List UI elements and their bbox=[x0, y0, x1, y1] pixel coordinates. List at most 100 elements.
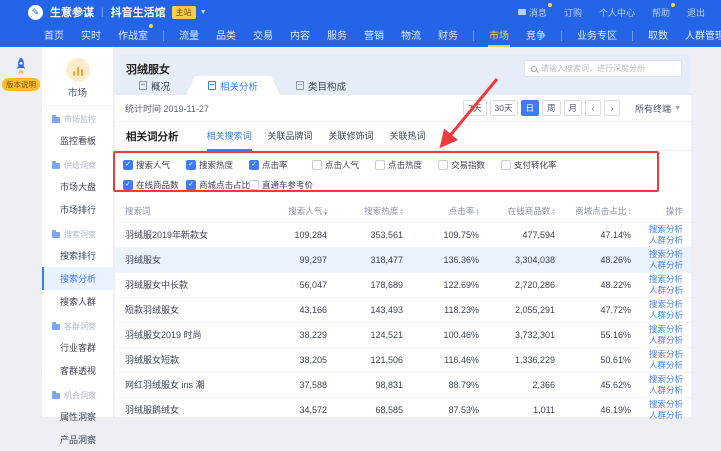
chevron-down-icon: ▼ bbox=[674, 105, 681, 112]
crowd-analysis-link[interactable]: 人群分析 bbox=[645, 310, 683, 321]
col-search-popularity[interactable]: 搜索人气▴▾ bbox=[265, 200, 341, 222]
sidebar-item-search-crowd[interactable]: 搜索人群 bbox=[42, 290, 113, 313]
nav-logistics[interactable]: 物流 bbox=[399, 25, 423, 47]
nav-trade[interactable]: 交易 bbox=[251, 25, 275, 47]
date-controls: 7天 30天 日 周 月 ‹ › 所有终端▼ bbox=[463, 100, 681, 116]
prev-date-button[interactable]: ‹ bbox=[585, 100, 601, 116]
sidebar-item-product-insight[interactable]: 产品洞察 bbox=[42, 428, 113, 451]
crowd-analysis-link[interactable]: 人群分析 bbox=[645, 335, 683, 346]
tab-related-analysis[interactable]: 相关分析 bbox=[186, 76, 280, 95]
col-mall-click-share[interactable]: 商城点击占比▴▾ bbox=[569, 200, 645, 222]
table-row: 短款羽绒服女 43,166 143,493 118.23% 2,055,291 … bbox=[115, 297, 691, 322]
filter-mall-click-share[interactable]: 商城点击占比 bbox=[186, 179, 249, 191]
crowd-analysis-link[interactable]: 人群分析 bbox=[645, 260, 683, 271]
version-notes-badge[interactable]: 版本说明 bbox=[2, 78, 40, 91]
range-day-button[interactable]: 日 bbox=[521, 100, 540, 116]
search-analysis-link[interactable]: 搜索分析 bbox=[645, 349, 683, 360]
chevron-down-icon[interactable]: ▼ bbox=[200, 9, 207, 16]
sidebar-item-market-overview[interactable]: 市场大盘 bbox=[42, 175, 113, 198]
table-header-row: 搜索词 搜索人气▴▾ 搜索热度▴▾ 点击率▴▾ 在线商品数▴▾ 商城点击占比▴▾… bbox=[115, 200, 691, 222]
terminal-dropdown[interactable]: 所有终端▼ bbox=[635, 102, 681, 115]
filter-online-items[interactable]: 在线商品数 bbox=[123, 179, 186, 191]
related-words-bar: 相关词分析 相关搜索词 关联品牌词 关联修饰词 关联热词 bbox=[115, 122, 691, 151]
personal-center-link[interactable]: 个人中心 bbox=[599, 6, 635, 19]
filter-click-heat[interactable]: 点击热度 bbox=[375, 159, 438, 171]
nav-data-extract[interactable]: 取数 bbox=[646, 25, 670, 47]
sidebar-item-industry-customers[interactable]: 行业客群 bbox=[42, 336, 113, 359]
filter-ztc-ref-price[interactable]: 直通车参考价 bbox=[249, 179, 312, 191]
nav-marketing[interactable]: 营销 bbox=[362, 25, 386, 47]
filter-click-rate[interactable]: 点击率 bbox=[249, 159, 312, 171]
checkbox-icon bbox=[186, 180, 196, 190]
search-analysis-link[interactable]: 搜索分析 bbox=[645, 299, 683, 310]
crowd-analysis-link[interactable]: 人群分析 bbox=[645, 410, 683, 421]
nav-crowd-mgmt[interactable]: 人群管理 bbox=[683, 25, 721, 47]
message-icon bbox=[518, 9, 526, 15]
subtab-related-brand-words[interactable]: 关联品牌词 bbox=[268, 122, 313, 151]
sidebar-item-customer-perspective[interactable]: 客群透视 bbox=[42, 359, 113, 382]
range-30d-button[interactable]: 30天 bbox=[490, 100, 518, 116]
help-link[interactable]: 帮助 bbox=[652, 6, 670, 19]
nav-category[interactable]: 品类 bbox=[214, 25, 238, 47]
nav-service[interactable]: 服务 bbox=[325, 25, 349, 47]
filter-search-heat[interactable]: 搜索热度 bbox=[186, 159, 249, 171]
nav-home[interactable]: 首页 bbox=[42, 25, 66, 47]
tab-overview[interactable]: 概况 bbox=[123, 76, 186, 95]
rocket-icon[interactable] bbox=[11, 56, 31, 76]
range-week-button[interactable]: 周 bbox=[542, 100, 561, 116]
sidebar-item-market-ranking[interactable]: 市场排行 bbox=[42, 198, 113, 221]
subtab-related-hot-words[interactable]: 关联热词 bbox=[390, 122, 426, 151]
messages-link[interactable]: 消息 bbox=[518, 6, 547, 19]
nav-compete[interactable]: 竞争 bbox=[524, 25, 548, 47]
subscribe-link[interactable]: 订购 bbox=[564, 6, 582, 19]
filter-click-popularity[interactable]: 点击人气 bbox=[312, 159, 375, 171]
crowd-analysis-link[interactable]: 人群分析 bbox=[645, 360, 683, 371]
next-date-button[interactable]: › bbox=[604, 100, 620, 116]
stat-toolbar: 统计时间 2019-11-27 7天 30天 日 周 月 ‹ › 所有终端▼ bbox=[115, 95, 691, 122]
keyword-search-box bbox=[524, 60, 682, 77]
search-term: 羽绒服女 bbox=[115, 247, 265, 272]
tab-category-composition[interactable]: 类目构成 bbox=[280, 76, 362, 95]
subtab-related-modifier-words[interactable]: 关联修饰词 bbox=[329, 122, 374, 151]
module-switcher[interactable]: 市场 bbox=[42, 47, 113, 106]
nav-content[interactable]: 内容 bbox=[288, 25, 312, 47]
col-online-items[interactable]: 在线商品数▴▾ bbox=[493, 200, 569, 222]
sidebar-item-search-analysis[interactable]: 搜索分析 bbox=[42, 267, 113, 290]
checkbox-icon bbox=[123, 180, 133, 190]
crowd-analysis-link[interactable]: 人群分析 bbox=[645, 385, 683, 396]
shop-name: 抖音生活馆 bbox=[111, 4, 166, 20]
search-analysis-link[interactable]: 搜索分析 bbox=[645, 374, 683, 385]
filter-row-1: 搜索人气 搜索热度 点击率 点击人气 点击热度 交易指数 支付转化率 bbox=[123, 159, 691, 171]
search-analysis-link[interactable]: 搜索分析 bbox=[645, 249, 683, 260]
filter-pay-conversion[interactable]: 支付转化率 bbox=[501, 159, 564, 171]
crowd-analysis-link[interactable]: 人群分析 bbox=[645, 285, 683, 296]
folder-icon bbox=[52, 393, 60, 399]
col-click-rate[interactable]: 点击率▴▾ bbox=[417, 200, 493, 222]
sidebar-item-search-ranking[interactable]: 搜索排行 bbox=[42, 244, 113, 267]
logout-link[interactable]: 退出 bbox=[687, 6, 705, 19]
metric-filters: 搜索人气 搜索热度 点击率 点击人气 点击热度 交易指数 支付转化率 在线商品数… bbox=[115, 151, 691, 200]
nav-finance[interactable]: 财务 bbox=[436, 25, 460, 47]
filter-search-popularity[interactable]: 搜索人气 bbox=[123, 159, 186, 171]
checkbox-icon bbox=[123, 160, 133, 170]
nav-war-room[interactable]: 作战室 bbox=[116, 25, 150, 47]
search-analysis-link[interactable]: 搜索分析 bbox=[645, 324, 683, 335]
brand-name: 生意参谋 bbox=[50, 4, 94, 20]
search-input[interactable] bbox=[541, 64, 675, 73]
subtab-related-search-words[interactable]: 相关搜索词 bbox=[207, 122, 252, 151]
sidebar-item-monitor-board[interactable]: 监控看板 bbox=[42, 129, 113, 152]
keyword-tabs: 概况 相关分析 类目构成 bbox=[123, 76, 362, 95]
sidebar-section-market-monitor: 市场监控 bbox=[42, 106, 113, 129]
nav-traffic[interactable]: 流量 bbox=[177, 25, 201, 47]
search-analysis-link[interactable]: 搜索分析 bbox=[645, 274, 683, 285]
nav-market[interactable]: 市场 bbox=[487, 25, 511, 47]
filter-trade-index[interactable]: 交易指数 bbox=[438, 159, 501, 171]
nav-biz-zone[interactable]: 业务专区 bbox=[575, 25, 619, 47]
search-analysis-link[interactable]: 搜索分析 bbox=[645, 399, 683, 410]
nav-realtime[interactable]: 实时 bbox=[79, 25, 103, 47]
crowd-analysis-link[interactable]: 人群分析 bbox=[645, 235, 683, 246]
col-search-heat[interactable]: 搜索热度▴▾ bbox=[341, 200, 417, 222]
search-analysis-link[interactable]: 搜索分析 bbox=[645, 224, 683, 235]
range-7d-button[interactable]: 7天 bbox=[463, 100, 486, 116]
range-month-button[interactable]: 月 bbox=[564, 100, 583, 116]
